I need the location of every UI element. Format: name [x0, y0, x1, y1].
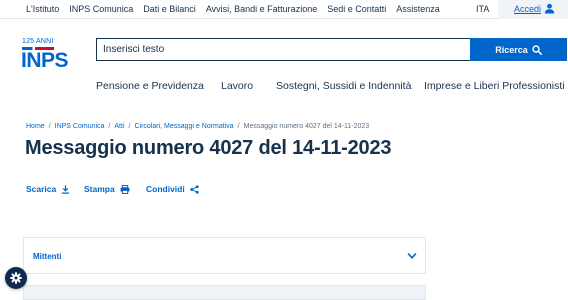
breadcrumb-separator: /: [237, 123, 240, 130]
share-label: Condividi: [146, 184, 185, 194]
download-button[interactable]: Scarica: [26, 184, 70, 194]
print-button[interactable]: Stampa: [84, 184, 130, 194]
main-nav-lavoro[interactable]: Lavoro: [221, 80, 253, 92]
top-nav: L'Istituto INPS Comunica Dati e Bilanci …: [26, 4, 440, 14]
logo-brand-text: INPS: [21, 49, 69, 72]
language-selector[interactable]: ITA: [476, 4, 489, 14]
search-input[interactable]: [96, 38, 470, 61]
mittenti-accordion[interactable]: Mittenti: [23, 237, 426, 274]
page-title: Messaggio numero 4027 del 14-11-2023: [25, 137, 392, 159]
top-nav-sedi-contatti[interactable]: Sedi e Contatti: [327, 4, 386, 14]
breadcrumb-current: Messaggio numero 4027 del 14-11-2023: [243, 123, 370, 130]
main-nav-pensione[interactable]: Pensione e Previdenza: [96, 80, 204, 92]
top-nav-avvisi-bandi[interactable]: Avvisi, Bandi e Fatturazione: [206, 4, 317, 14]
breadcrumb-inps-comunica[interactable]: INPS Comunica: [55, 123, 105, 130]
top-nav-istituto[interactable]: L'Istituto: [26, 4, 59, 14]
breadcrumb-home[interactable]: Home: [26, 123, 45, 130]
top-nav-dati-bilanci[interactable]: Dati e Bilanci: [143, 4, 196, 14]
user-icon: [544, 3, 555, 14]
inps-logo[interactable]: 125 ANNI INPS: [21, 38, 69, 78]
main-nav-imprese[interactable]: Imprese e Liberi Professionisti: [424, 80, 565, 92]
top-utility-bar: L'Istituto INPS Comunica Dati e Bilanci …: [0, 0, 568, 19]
breadcrumb-separator: /: [128, 123, 131, 130]
search-icon: [532, 44, 542, 55]
breadcrumb-atti[interactable]: Atti: [114, 123, 124, 130]
download-icon: [62, 184, 70, 194]
breadcrumb: Home / INPS Comunica / Atti / Circolari, Messa…: [26, 123, 369, 130]
login-label[interactable]: Accedi: [514, 4, 541, 14]
accordion-label: Mittenti: [33, 252, 62, 261]
breadcrumb-separator: /: [48, 123, 51, 130]
chevron-down-icon: [407, 253, 417, 259]
search-button[interactable]: Ricerca: [470, 38, 567, 61]
top-nav-inps-comunica[interactable]: INPS Comunica: [69, 4, 133, 14]
accessibility-settings-button[interactable]: [5, 267, 27, 289]
breadcrumb-separator: /: [108, 123, 111, 130]
next-accordion-panel: [23, 285, 426, 300]
download-label: Scarica: [26, 184, 57, 194]
gear-icon: [10, 272, 22, 284]
login-button[interactable]: Accedi: [498, 0, 568, 19]
main-nav-sostegni[interactable]: Sostegni, Sussidi e Indennità: [276, 80, 411, 92]
printer-icon: [120, 184, 130, 194]
top-nav-assistenza[interactable]: Assistenza: [396, 4, 440, 14]
search-button-label: Ricerca: [495, 44, 528, 55]
share-button[interactable]: Condividi: [146, 184, 199, 194]
logo-anniversary-text: 125 ANNI: [22, 38, 54, 45]
print-label: Stampa: [84, 184, 115, 194]
breadcrumb-circolari[interactable]: Circolari, Messaggi e Normativa: [134, 123, 233, 130]
share-icon: [190, 184, 199, 194]
